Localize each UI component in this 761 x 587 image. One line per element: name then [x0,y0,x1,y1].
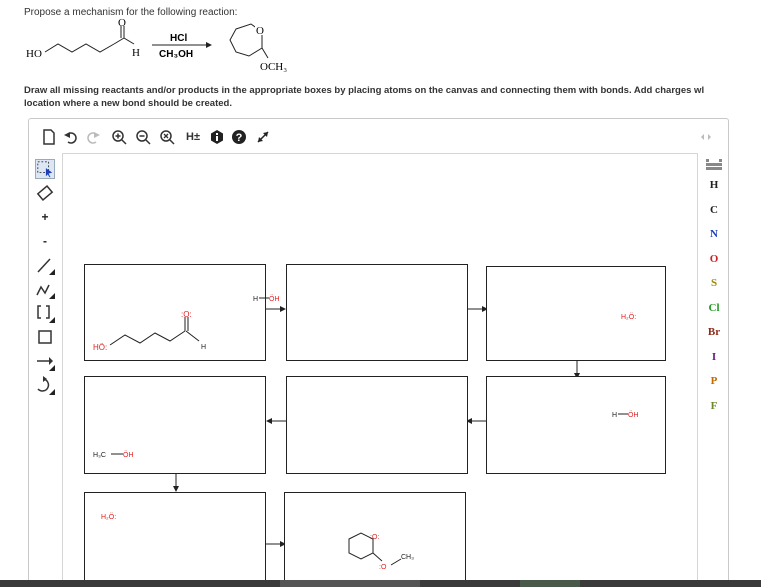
zoom-reset-icon[interactable] [159,129,175,145]
new-document-icon[interactable] [41,129,57,145]
element-palette: H C N O S Cl Br I P F [698,153,730,587]
box-8-structure: :O: :O CH₃ [348,532,414,571]
bracket-tool-icon[interactable] [35,303,55,323]
element-f[interactable]: F [698,400,730,412]
mechanism-box-5[interactable] [286,376,468,474]
arrow-7-8 [266,541,286,547]
expand-icon[interactable] [255,129,271,145]
hoh-mid-h: H [612,412,617,419]
zoom-in-icon[interactable] [111,129,127,145]
methyl-label: H₃C [93,452,106,459]
charge-minus-tool[interactable]: - [35,231,55,251]
hydroxyl-label: HÖ: [93,343,107,352]
mechanism-box-2[interactable] [286,264,468,361]
mechanism-box-3[interactable]: H₂Ö: [486,266,666,361]
scrollbar-segment [520,580,580,587]
box-3-structure: H₂Ö: [621,313,636,321]
element-h[interactable]: H [698,179,730,191]
svg-text:?: ? [236,132,243,144]
box-6-structure: H₃C ÖH [93,451,134,459]
element-n[interactable]: N [698,228,730,240]
water-label-box7: H₂Ö: [101,513,116,521]
mechanism-box-8[interactable]: :O: :O CH₃ [284,492,466,587]
box-4-structure: H ÖH [612,411,639,419]
arrow-1-2 [266,306,286,312]
mechanism-box-6[interactable]: H₃C ÖH [84,376,266,474]
methanol-oh-label: ÖH [123,451,134,459]
chain-tool-icon[interactable] [35,279,55,299]
element-i[interactable]: I [698,351,730,363]
aldehyde-h-label: H [201,344,206,351]
arrow-2-3 [468,306,488,312]
reagent-hcl: HCl [170,33,187,44]
select-tool-icon[interactable] [35,159,55,179]
element-o[interactable]: O [698,253,730,265]
instructions-line2: location where a new bond should be crea… [24,98,232,109]
arrow-5-6 [266,418,286,424]
undo-icon[interactable] [63,129,79,145]
help-icon[interactable]: ? [231,129,247,145]
scrollbar-thumb[interactable] [280,580,420,587]
element-s[interactable]: S [698,277,730,289]
hoh-top-h: H [253,296,258,303]
product-och3: OCH₃ [260,61,287,73]
box-7-structure: H₂Ö: [101,513,116,521]
explicit-hydrogens-button[interactable]: H± [183,129,203,145]
structure-editor: H± ? + - HÖ: :O: H H ÖH H₂Ö: H ÖH H₃C ÖH… [28,118,729,587]
instructions-line1: Draw all missing reactants and/or produc… [24,85,705,96]
reactant-carbonyl-o: O [118,17,126,29]
element-p[interactable]: P [698,375,730,387]
element-c[interactable]: C [698,204,730,216]
mechanism-box-1[interactable]: HÖ: :O: H [84,264,266,361]
eraser-tool-icon[interactable] [35,183,55,203]
product-ring-o: O [256,25,264,37]
bottom-scrollbar[interactable] [0,580,761,587]
instructions: Draw all missing reactants and/or produc… [24,84,761,110]
reaction-scheme: HO O H HCl CH₃OH O OCH₃ [26,17,287,73]
drawing-canvas[interactable]: HÖ: :O: H H ÖH H₂Ö: H ÖH H₃C ÖH H₂Ö::O:… [62,153,698,587]
left-toolbar: + - [29,153,57,587]
curved-arrow-tool-icon[interactable] [35,375,55,395]
hoh-top-oh: ÖH [269,295,280,303]
arrow-tool-icon[interactable] [35,351,55,371]
panel-toggle-icon[interactable] [699,129,713,145]
carbonyl-o-label: :O: [181,310,192,319]
editor-toolbar: H± ? [29,119,729,153]
methyl-ch3-label: CH₃ [401,554,414,561]
element-br[interactable]: Br [698,326,730,338]
water-label-box3: H₂Ö: [621,313,636,321]
info-icon[interactable] [209,129,225,145]
reactant-aldehyde-h: H [132,47,140,59]
mechanism-box-4[interactable]: H ÖH [486,376,666,474]
element-cl[interactable]: Cl [698,302,730,314]
reactant-ho-label: HO [26,48,42,60]
ether-o-label: :O [379,564,387,571]
reagent-methanol: CH₃OH [159,49,193,60]
hoh-mid-oh: ÖH [628,411,639,419]
zoom-out-icon[interactable] [135,129,151,145]
ring-tool-icon[interactable] [35,327,55,347]
arrow-4-5 [466,418,486,424]
ring-o-label: :O: [370,534,379,541]
single-bond-tool-icon[interactable] [35,255,55,275]
periodic-table-icon[interactable] [706,159,722,171]
arrow-6-7 [173,474,179,492]
mechanism-box-7[interactable]: H₂Ö: [84,492,266,587]
charge-plus-tool[interactable]: + [35,207,55,227]
box-1-structure: HÖ: :O: H [93,310,206,352]
redo-icon[interactable] [85,129,101,145]
